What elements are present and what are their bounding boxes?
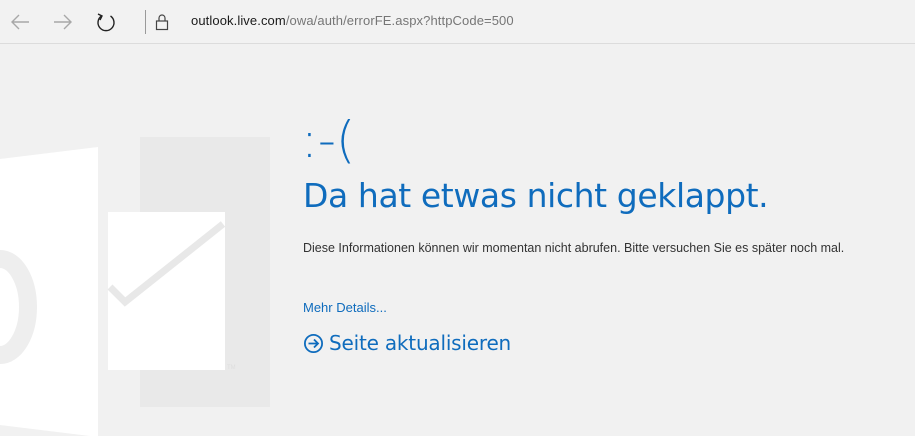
address-bar[interactable]: outlook.live.com/owa/auth/errorFE.aspx?h… [191, 13, 514, 28]
error-title: Da hat etwas nicht geklappt. [303, 176, 769, 215]
svg-text:TM: TM [227, 365, 236, 371]
forward-button[interactable] [48, 7, 78, 37]
forward-arrow-icon [54, 14, 72, 30]
sad-face: :-( [301, 111, 356, 169]
refresh-page-link[interactable]: Seite aktualisieren [303, 331, 511, 355]
back-arrow-icon [11, 14, 29, 30]
refresh-icon [97, 13, 115, 32]
refresh-button[interactable] [91, 7, 121, 37]
back-button[interactable] [5, 7, 35, 37]
url-host: outlook.live.com [191, 13, 286, 28]
arrow-circle-icon [303, 333, 324, 354]
refresh-page-label: Seite aktualisieren [329, 331, 512, 355]
more-details-link[interactable]: Mehr Details... [303, 300, 387, 315]
lock-icon[interactable] [152, 11, 172, 33]
error-message: Diese Informationen können wir momentan … [303, 241, 845, 255]
url-path: /owa/auth/errorFE.aspx?httpCode=500 [285, 13, 514, 28]
toolbar-separator [145, 10, 146, 34]
error-page: TM :-( Da hat etwas nicht geklappt. Dies… [0, 45, 915, 436]
browser-toolbar: outlook.live.com/owa/auth/errorFE.aspx?h… [0, 0, 915, 44]
outlook-logo: TM [0, 137, 270, 436]
